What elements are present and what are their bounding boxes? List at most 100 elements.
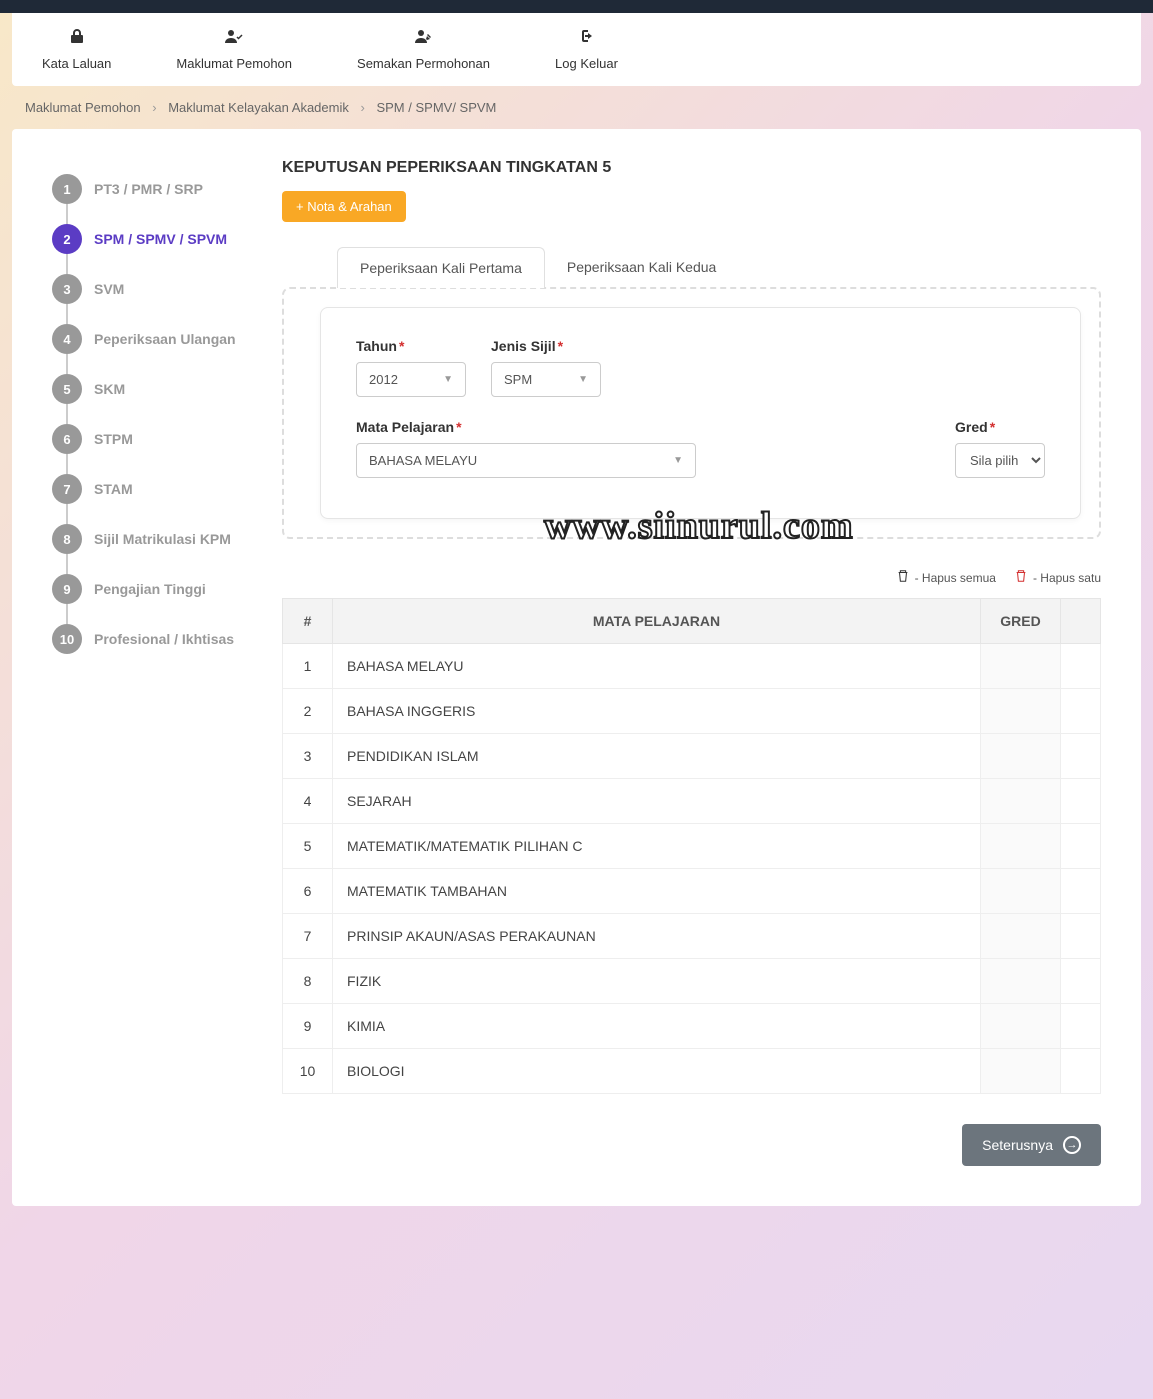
gred-select[interactable]: Sila pilih [955, 443, 1045, 478]
step-item-8[interactable]: 8Sijil Matrikulasi KPM [52, 524, 257, 554]
caret-down-icon: ▼ [443, 374, 453, 385]
step-item-4[interactable]: 4Peperiksaan Ulangan [52, 324, 257, 354]
step-item-3[interactable]: 3 SVM [52, 274, 257, 304]
step-circle: 10 [52, 624, 82, 654]
top-nav: Kata Laluan Maklumat Pemohon Semakan Per… [12, 13, 1141, 86]
step-item-10[interactable]: 10 Profesional / Ikhtisas [52, 624, 257, 654]
nav-maklumat-pemohon[interactable]: Maklumat Pemohon [166, 23, 302, 76]
cell-num: 5 [283, 824, 333, 869]
chevron-right-icon: › [361, 100, 365, 115]
step-label: Profesional / Ikhtisas [94, 631, 234, 647]
cell-action[interactable] [1061, 824, 1101, 869]
table-row: 7PRINSIP AKAUN/ASAS PERAKAUNAN [283, 914, 1101, 959]
step-label: SPM / SPMV / SPVM [94, 231, 227, 247]
jenis-sijil-label: Jenis Sijil* [491, 338, 601, 354]
cell-num: 8 [283, 959, 333, 1004]
step-item-6[interactable]: 6STPM [52, 424, 257, 454]
cell-num: 10 [283, 1049, 333, 1094]
tab-peperiksaan-kedua[interactable]: Peperiksaan Kali Kedua [545, 247, 738, 288]
step-circle: 7 [52, 474, 82, 504]
cell-subject: BAHASA MELAYU [333, 644, 981, 689]
cell-action[interactable] [1061, 914, 1101, 959]
step-connector [66, 354, 68, 374]
table-row: 9KIMIA [283, 1004, 1101, 1049]
cell-action[interactable] [1061, 959, 1101, 1004]
form-dashed-panel: Tahun* 2012 ▼ Jenis Sijil* [282, 287, 1101, 539]
top-dark-bar [0, 0, 1153, 13]
breadcrumb-part[interactable]: Maklumat Kelayakan Akademik [168, 100, 349, 115]
nav-kata-laluan[interactable]: Kata Laluan [32, 23, 121, 76]
cell-gred [981, 689, 1061, 734]
chevron-right-icon: › [152, 100, 156, 115]
mata-pelajaran-select[interactable]: BAHASA MELAYU ▼ [356, 443, 696, 478]
cell-subject: MATEMATIK TAMBAHAN [333, 869, 981, 914]
step-item-2[interactable]: 2 SPM / SPMV / SPVM [52, 224, 257, 254]
caret-down-icon: ▼ [673, 455, 683, 466]
step-item-1[interactable]: 1PT3 / PMR / SRP [52, 174, 257, 204]
step-connector [66, 204, 68, 224]
cell-num: 6 [283, 869, 333, 914]
cell-subject: SEJARAH [333, 779, 981, 824]
cell-gred [981, 734, 1061, 779]
cell-action[interactable] [1061, 689, 1101, 734]
step-item-7[interactable]: 7STAM [52, 474, 257, 504]
nav-semakan-permohonan[interactable]: Semakan Permohonan [347, 23, 500, 76]
step-circle: 8 [52, 524, 82, 554]
step-circle: 1 [52, 174, 82, 204]
mata-pelajaran-label: Mata Pelajaran* [356, 419, 930, 435]
user-edit-icon [357, 28, 490, 49]
nav-log-keluar[interactable]: Log Keluar [545, 23, 628, 76]
cell-action[interactable] [1061, 1049, 1101, 1094]
table-row: 2BAHASA INGGERIS [283, 689, 1101, 734]
main-card: 1PT3 / PMR / SRP2SPM / SPMV / SPVM3SVM4P… [12, 129, 1141, 1206]
step-connector [66, 504, 68, 524]
table-row: 3PENDIDIKAN ISLAM [283, 734, 1101, 779]
step-item-5[interactable]: 5SKM [52, 374, 257, 404]
tabs: Peperiksaan Kali Pertama Peperiksaan Kal… [337, 247, 1101, 288]
breadcrumb-part[interactable]: Maklumat Pemohon [25, 100, 141, 115]
nav-label: Kata Laluan [42, 56, 111, 71]
jenis-sijil-select[interactable]: SPM ▼ [491, 362, 601, 397]
cell-subject: BIOLOGI [333, 1049, 981, 1094]
tahun-label: Tahun* [356, 338, 466, 354]
cell-gred [981, 1004, 1061, 1049]
form-panel: Tahun* 2012 ▼ Jenis Sijil* [320, 307, 1081, 519]
step-circle: 2 [52, 224, 82, 254]
seterusnya-button[interactable]: Seterusnya → [962, 1124, 1101, 1166]
col-gred: GRED [981, 599, 1061, 644]
step-label: Peperiksaan Ulangan [94, 331, 236, 347]
step-connector [66, 604, 68, 624]
cell-action[interactable] [1061, 779, 1101, 824]
step-item-9[interactable]: 9Pengajian Tinggi [52, 574, 257, 604]
cell-subject: BAHASA INGGERIS [333, 689, 981, 734]
step-circle: 5 [52, 374, 82, 404]
lock-icon [42, 28, 111, 49]
step-circle: 9 [52, 574, 82, 604]
cell-action[interactable] [1061, 734, 1101, 779]
stepper: 1PT3 / PMR / SRP 2 SPM / SPMV / SPVM 3 SVM 4P… [52, 159, 257, 1166]
cell-num: 3 [283, 734, 333, 779]
step-label: SVM [94, 281, 124, 297]
step-circle: 3 [52, 274, 82, 304]
step-label: STPM [94, 431, 133, 447]
breadcrumb: Maklumat Pemohon › Maklumat Kelayakan Ak… [0, 86, 1153, 129]
table-row: 6MATEMATIK TAMBAHAN [283, 869, 1101, 914]
cell-num: 4 [283, 779, 333, 824]
legend-hapus-semua: - Hapus semua [896, 569, 996, 586]
subjects-table: # MATA PELAJARAN GRED 1BAHASA MELAYU2BAH… [282, 598, 1101, 1094]
nota-arahan-button[interactable]: + Nota & Arahan [282, 191, 406, 222]
cell-gred [981, 1049, 1061, 1094]
cell-action[interactable] [1061, 869, 1101, 914]
cell-num: 7 [283, 914, 333, 959]
table-row: 4SEJARAH [283, 779, 1101, 824]
tahun-select[interactable]: 2012 ▼ [356, 362, 466, 397]
cell-action[interactable] [1061, 1004, 1101, 1049]
nav-label: Maklumat Pemohon [176, 56, 292, 71]
cell-num: 9 [283, 1004, 333, 1049]
caret-down-icon: ▼ [578, 374, 588, 385]
step-connector [66, 404, 68, 424]
tab-peperiksaan-pertama[interactable]: Peperiksaan Kali Pertama [337, 247, 545, 288]
legend-row: - Hapus semua - Hapus satu [282, 569, 1101, 586]
cell-action[interactable] [1061, 644, 1101, 689]
trash-icon [896, 569, 910, 586]
